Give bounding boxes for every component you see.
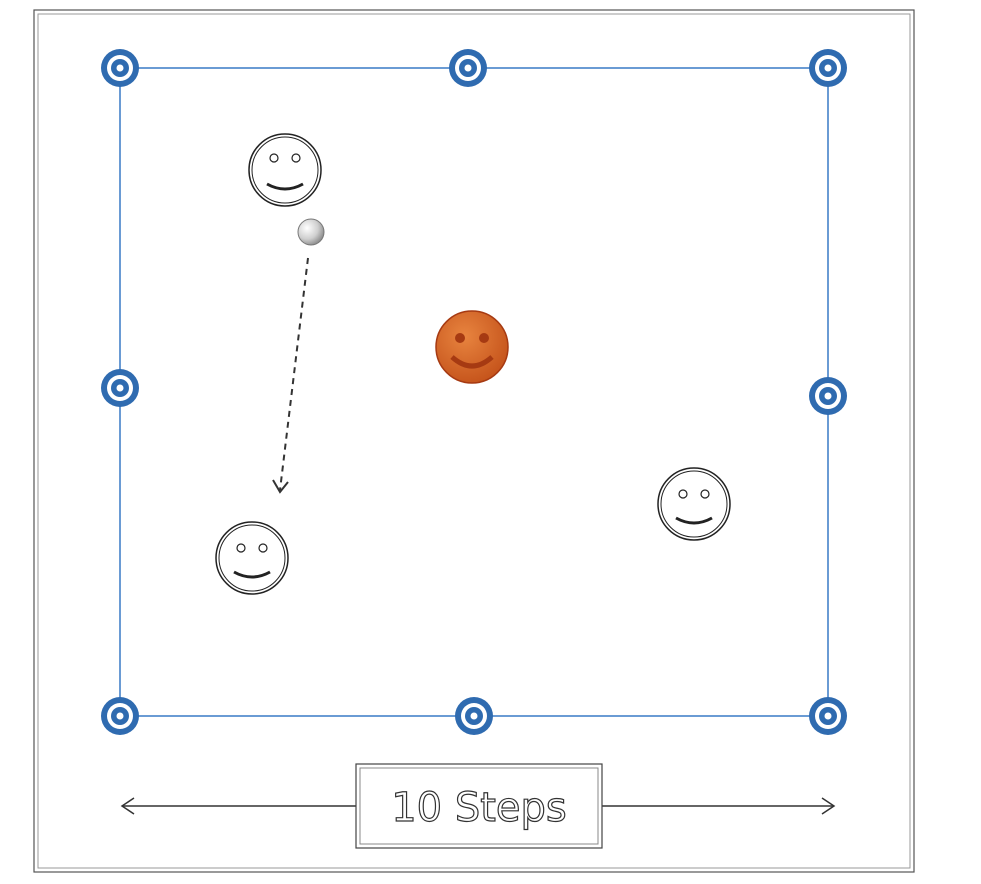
handle-bottom-right-icon[interactable] (809, 697, 847, 735)
distance-label-box: 10 Steps (355, 763, 603, 849)
handle-middle-left-icon[interactable] (101, 369, 139, 407)
handle-bottom-middle-icon[interactable] (455, 697, 493, 735)
distance-arrow-left (120, 797, 356, 815)
pass-arrow (272, 257, 309, 494)
handle-top-middle-icon[interactable] (449, 49, 487, 87)
handle-bottom-left-icon[interactable] (101, 697, 139, 735)
player-top-left-icon (248, 133, 322, 207)
handle-middle-right-icon[interactable] (809, 377, 847, 415)
player-right-icon (657, 467, 731, 541)
resize-handles[interactable] (101, 49, 847, 735)
playing-area-boundary[interactable] (119, 67, 829, 717)
ball-icon (297, 218, 325, 246)
distance-label: 10 Steps (391, 785, 567, 831)
center-player-icon (435, 310, 509, 384)
diagram-canvas: 10 Steps (33, 9, 915, 873)
handle-top-right-icon[interactable] (809, 49, 847, 87)
outer-frame (33, 9, 915, 873)
distance-arrow-right (602, 797, 836, 815)
player-bottom-left-icon (215, 521, 289, 595)
handle-top-left-icon[interactable] (101, 49, 139, 87)
